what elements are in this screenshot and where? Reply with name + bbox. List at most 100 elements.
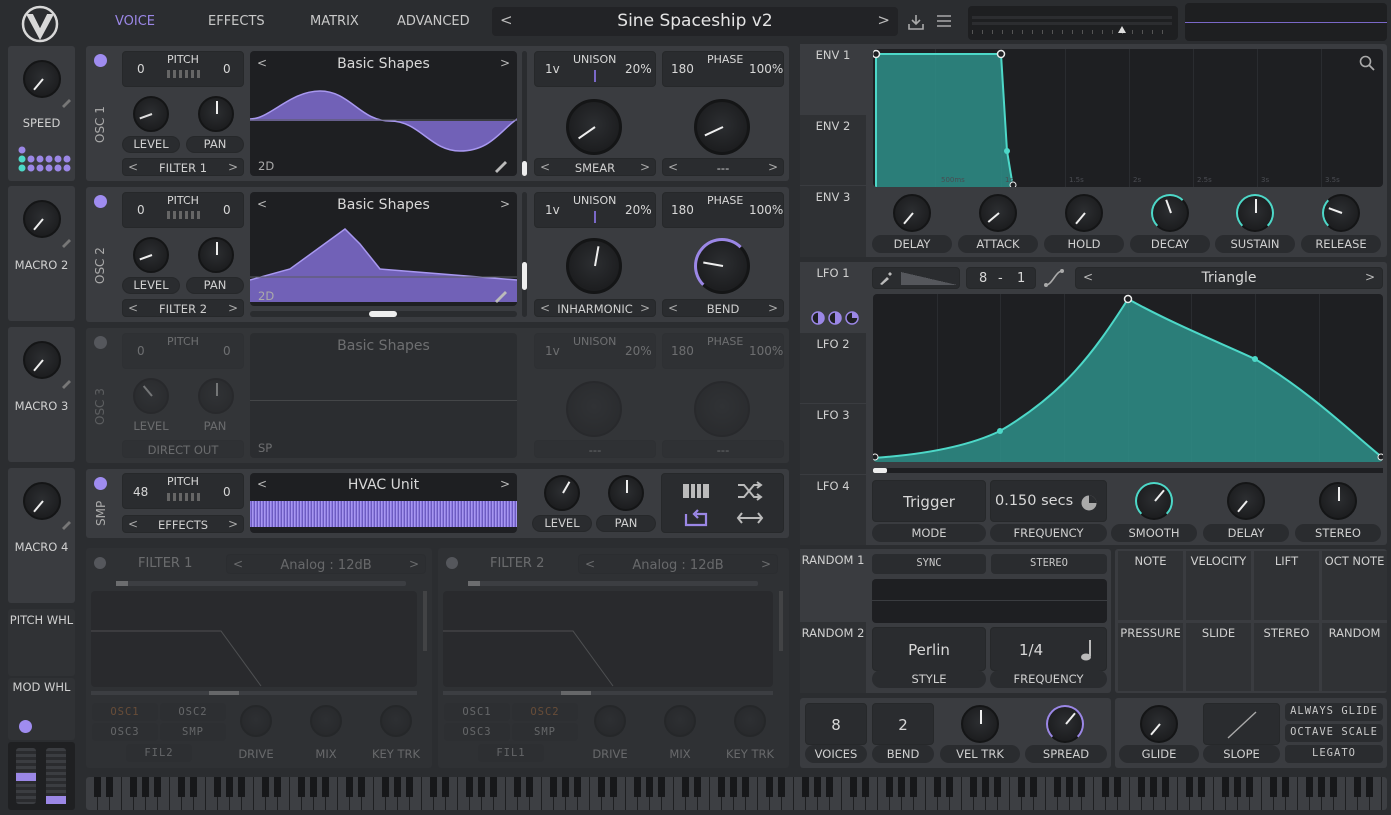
osc2-phase-box[interactable]: 180 PHASE 100% bbox=[662, 192, 784, 228]
wavetable-next[interactable]: > bbox=[500, 197, 510, 211]
osc3-wavetable-display[interactable]: Basic Shapes SP bbox=[250, 333, 517, 458]
filter1-src-smp[interactable]: SMP bbox=[160, 723, 226, 741]
osc1-phase-box[interactable]: 180 PHASE 100% bbox=[662, 51, 784, 87]
osc1-unison-voices[interactable]: 1v bbox=[545, 62, 560, 76]
osc2-inharmonic-knob[interactable] bbox=[566, 238, 622, 294]
lfo3-tab[interactable]: LFO 3 bbox=[800, 404, 866, 474]
lfo-delay-knob[interactable] bbox=[1227, 482, 1265, 520]
mod-source-pressure[interactable]: PRESSURE bbox=[1118, 623, 1183, 691]
osc2-phase[interactable]: 180 bbox=[671, 203, 694, 217]
route-next[interactable]: > bbox=[228, 160, 238, 174]
filter1-src-osc2[interactable]: OSC2 bbox=[160, 703, 226, 721]
filter1-blend-slider[interactable] bbox=[116, 581, 406, 586]
mod-source-lift[interactable]: LIFT bbox=[1254, 551, 1319, 620]
lfo-phase-scroll[interactable] bbox=[873, 468, 1383, 473]
osc2-mod2-selector[interactable]: < BEND > bbox=[662, 299, 784, 317]
osc3-unison-voices[interactable]: 1v bbox=[545, 344, 560, 358]
menu-icon[interactable] bbox=[935, 12, 953, 30]
tab-voice[interactable]: VOICE bbox=[115, 14, 155, 29]
voices-count[interactable]: 8 bbox=[805, 703, 867, 745]
lfo-grid-x[interactable]: 8 bbox=[979, 271, 987, 286]
tab-advanced[interactable]: ADVANCED bbox=[397, 14, 470, 29]
random-phase-icon[interactable] bbox=[736, 480, 764, 502]
osc1-tune[interactable]: 0 bbox=[223, 62, 231, 76]
osc2-phase-random[interactable]: 100% bbox=[749, 203, 783, 217]
smp-pitch-box[interactable]: 48 PITCH 0 bbox=[122, 473, 244, 509]
osc1-mod2-knob[interactable] bbox=[694, 99, 750, 155]
osc1-level-knob[interactable] bbox=[133, 96, 169, 132]
keyboard[interactable] bbox=[86, 777, 1387, 810]
filter1-keytrk-knob[interactable] bbox=[380, 705, 412, 737]
osc3-pan-knob[interactable] bbox=[198, 378, 234, 414]
osc2-dimension-label[interactable]: 2D bbox=[258, 289, 274, 303]
lfo-frequency[interactable]: 0.150 secs bbox=[990, 480, 1107, 522]
osc1-unison-detune[interactable]: 20% bbox=[625, 62, 652, 76]
osc1-pitch-box[interactable]: 0 PITCH 0 bbox=[122, 51, 244, 87]
wavetable-next[interactable]: > bbox=[500, 56, 510, 70]
osc1-smear-knob[interactable] bbox=[566, 99, 622, 155]
lfo-grid-y[interactable]: 1 bbox=[1017, 271, 1025, 286]
osc1-phase-random[interactable]: 100% bbox=[749, 62, 783, 76]
osc2-bend-knob[interactable] bbox=[694, 238, 750, 294]
filter1-display-scroll[interactable] bbox=[423, 591, 427, 651]
env2-tab[interactable]: ENV 2 bbox=[800, 115, 866, 185]
filter2-src-smp[interactable]: SMP bbox=[512, 723, 578, 741]
glide-knob[interactable] bbox=[1140, 705, 1178, 743]
speed-knob[interactable] bbox=[23, 60, 61, 98]
osc2-level-knob[interactable] bbox=[133, 237, 169, 273]
always-glide-toggle[interactable]: ALWAYS GLIDE bbox=[1285, 703, 1383, 721]
osc2-pan-knob[interactable] bbox=[198, 237, 234, 273]
env-decay-knob[interactable] bbox=[1151, 194, 1189, 232]
osc1-pan-knob[interactable] bbox=[198, 96, 234, 132]
edit-icon[interactable] bbox=[60, 377, 72, 389]
osc3-phase-random[interactable]: 100% bbox=[749, 344, 783, 358]
filter1-src-fil2[interactable]: FIL2 bbox=[126, 744, 192, 762]
lfo-grid-size[interactable]: 8 - 1 bbox=[966, 267, 1036, 289]
env3-tab[interactable]: ENV 3 bbox=[800, 186, 866, 257]
filter1-response-display[interactable] bbox=[91, 591, 417, 687]
macro-2-knob[interactable] bbox=[23, 200, 61, 238]
osc3-phase-box[interactable]: 180 PHASE 100% bbox=[662, 333, 784, 369]
filter2-blend-slider[interactable] bbox=[468, 581, 758, 586]
preset-selector[interactable]: < Sine Spaceship v2 > bbox=[492, 7, 898, 36]
osc1-mod1-selector[interactable]: < SMEAR > bbox=[534, 158, 656, 176]
osc2-enable-toggle[interactable] bbox=[94, 195, 107, 208]
osc1-dimension-label[interactable]: 2D bbox=[258, 159, 274, 173]
macro-4-knob[interactable] bbox=[23, 482, 61, 520]
osc2-unison-box[interactable]: 1v UNISON 20% bbox=[534, 192, 656, 228]
smp-transpose[interactable]: 48 bbox=[133, 485, 148, 499]
bounce-icon[interactable] bbox=[736, 510, 764, 526]
save-icon[interactable] bbox=[906, 12, 926, 32]
filter2-src-osc1[interactable]: OSC1 bbox=[444, 703, 510, 721]
osc3-unison-box[interactable]: 1v UNISON 20% bbox=[534, 333, 656, 369]
env-release-knob[interactable] bbox=[1322, 194, 1360, 232]
smp-tune[interactable]: 0 bbox=[223, 485, 231, 499]
mod-source-note[interactable]: NOTE bbox=[1118, 551, 1183, 620]
filter2-drive-knob[interactable] bbox=[594, 705, 626, 737]
unison-slider[interactable] bbox=[594, 70, 596, 82]
osc2-wavetable-display[interactable]: < Basic Shapes > 2D bbox=[250, 192, 517, 306]
lfo1-tab[interactable]: LFO 1 bbox=[800, 262, 866, 332]
lfo-stereo-knob[interactable] bbox=[1319, 482, 1357, 520]
filter1-src-osc3[interactable]: OSC3 bbox=[92, 723, 158, 741]
mod-wheel[interactable] bbox=[46, 748, 66, 804]
env-sustain-knob[interactable] bbox=[1236, 194, 1274, 232]
osc1-wavetable-scrollbar[interactable] bbox=[522, 51, 527, 176]
env1-tab[interactable]: ENV 1 bbox=[800, 44, 866, 114]
filter2-src-osc3[interactable]: OSC3 bbox=[444, 723, 510, 741]
sample-next[interactable]: > bbox=[500, 477, 510, 491]
osc3-mod2-knob[interactable] bbox=[694, 381, 750, 437]
mod-source-velocity[interactable]: VELOCITY bbox=[1186, 551, 1251, 620]
random-stereo-toggle[interactable]: STEREO bbox=[991, 554, 1107, 574]
env-hold-knob[interactable] bbox=[1065, 194, 1103, 232]
spread-knob[interactable] bbox=[1046, 705, 1084, 743]
osc2-mod1-selector[interactable]: < INHARMONIC > bbox=[534, 299, 656, 317]
lfo-shape-selector[interactable]: < Triangle > bbox=[1075, 267, 1383, 289]
lfo-shape-next[interactable]: > bbox=[1365, 270, 1375, 284]
smp-route-selector[interactable]: < EFFECTS > bbox=[122, 515, 244, 533]
osc3-mod1-knob[interactable] bbox=[566, 381, 622, 437]
note-icon[interactable] bbox=[1080, 638, 1094, 662]
mod-source-stereo[interactable]: STEREO bbox=[1254, 623, 1319, 691]
filter2-response-display[interactable] bbox=[443, 591, 773, 687]
mod-source-oct-note[interactable]: OCT NOTE bbox=[1322, 551, 1387, 620]
